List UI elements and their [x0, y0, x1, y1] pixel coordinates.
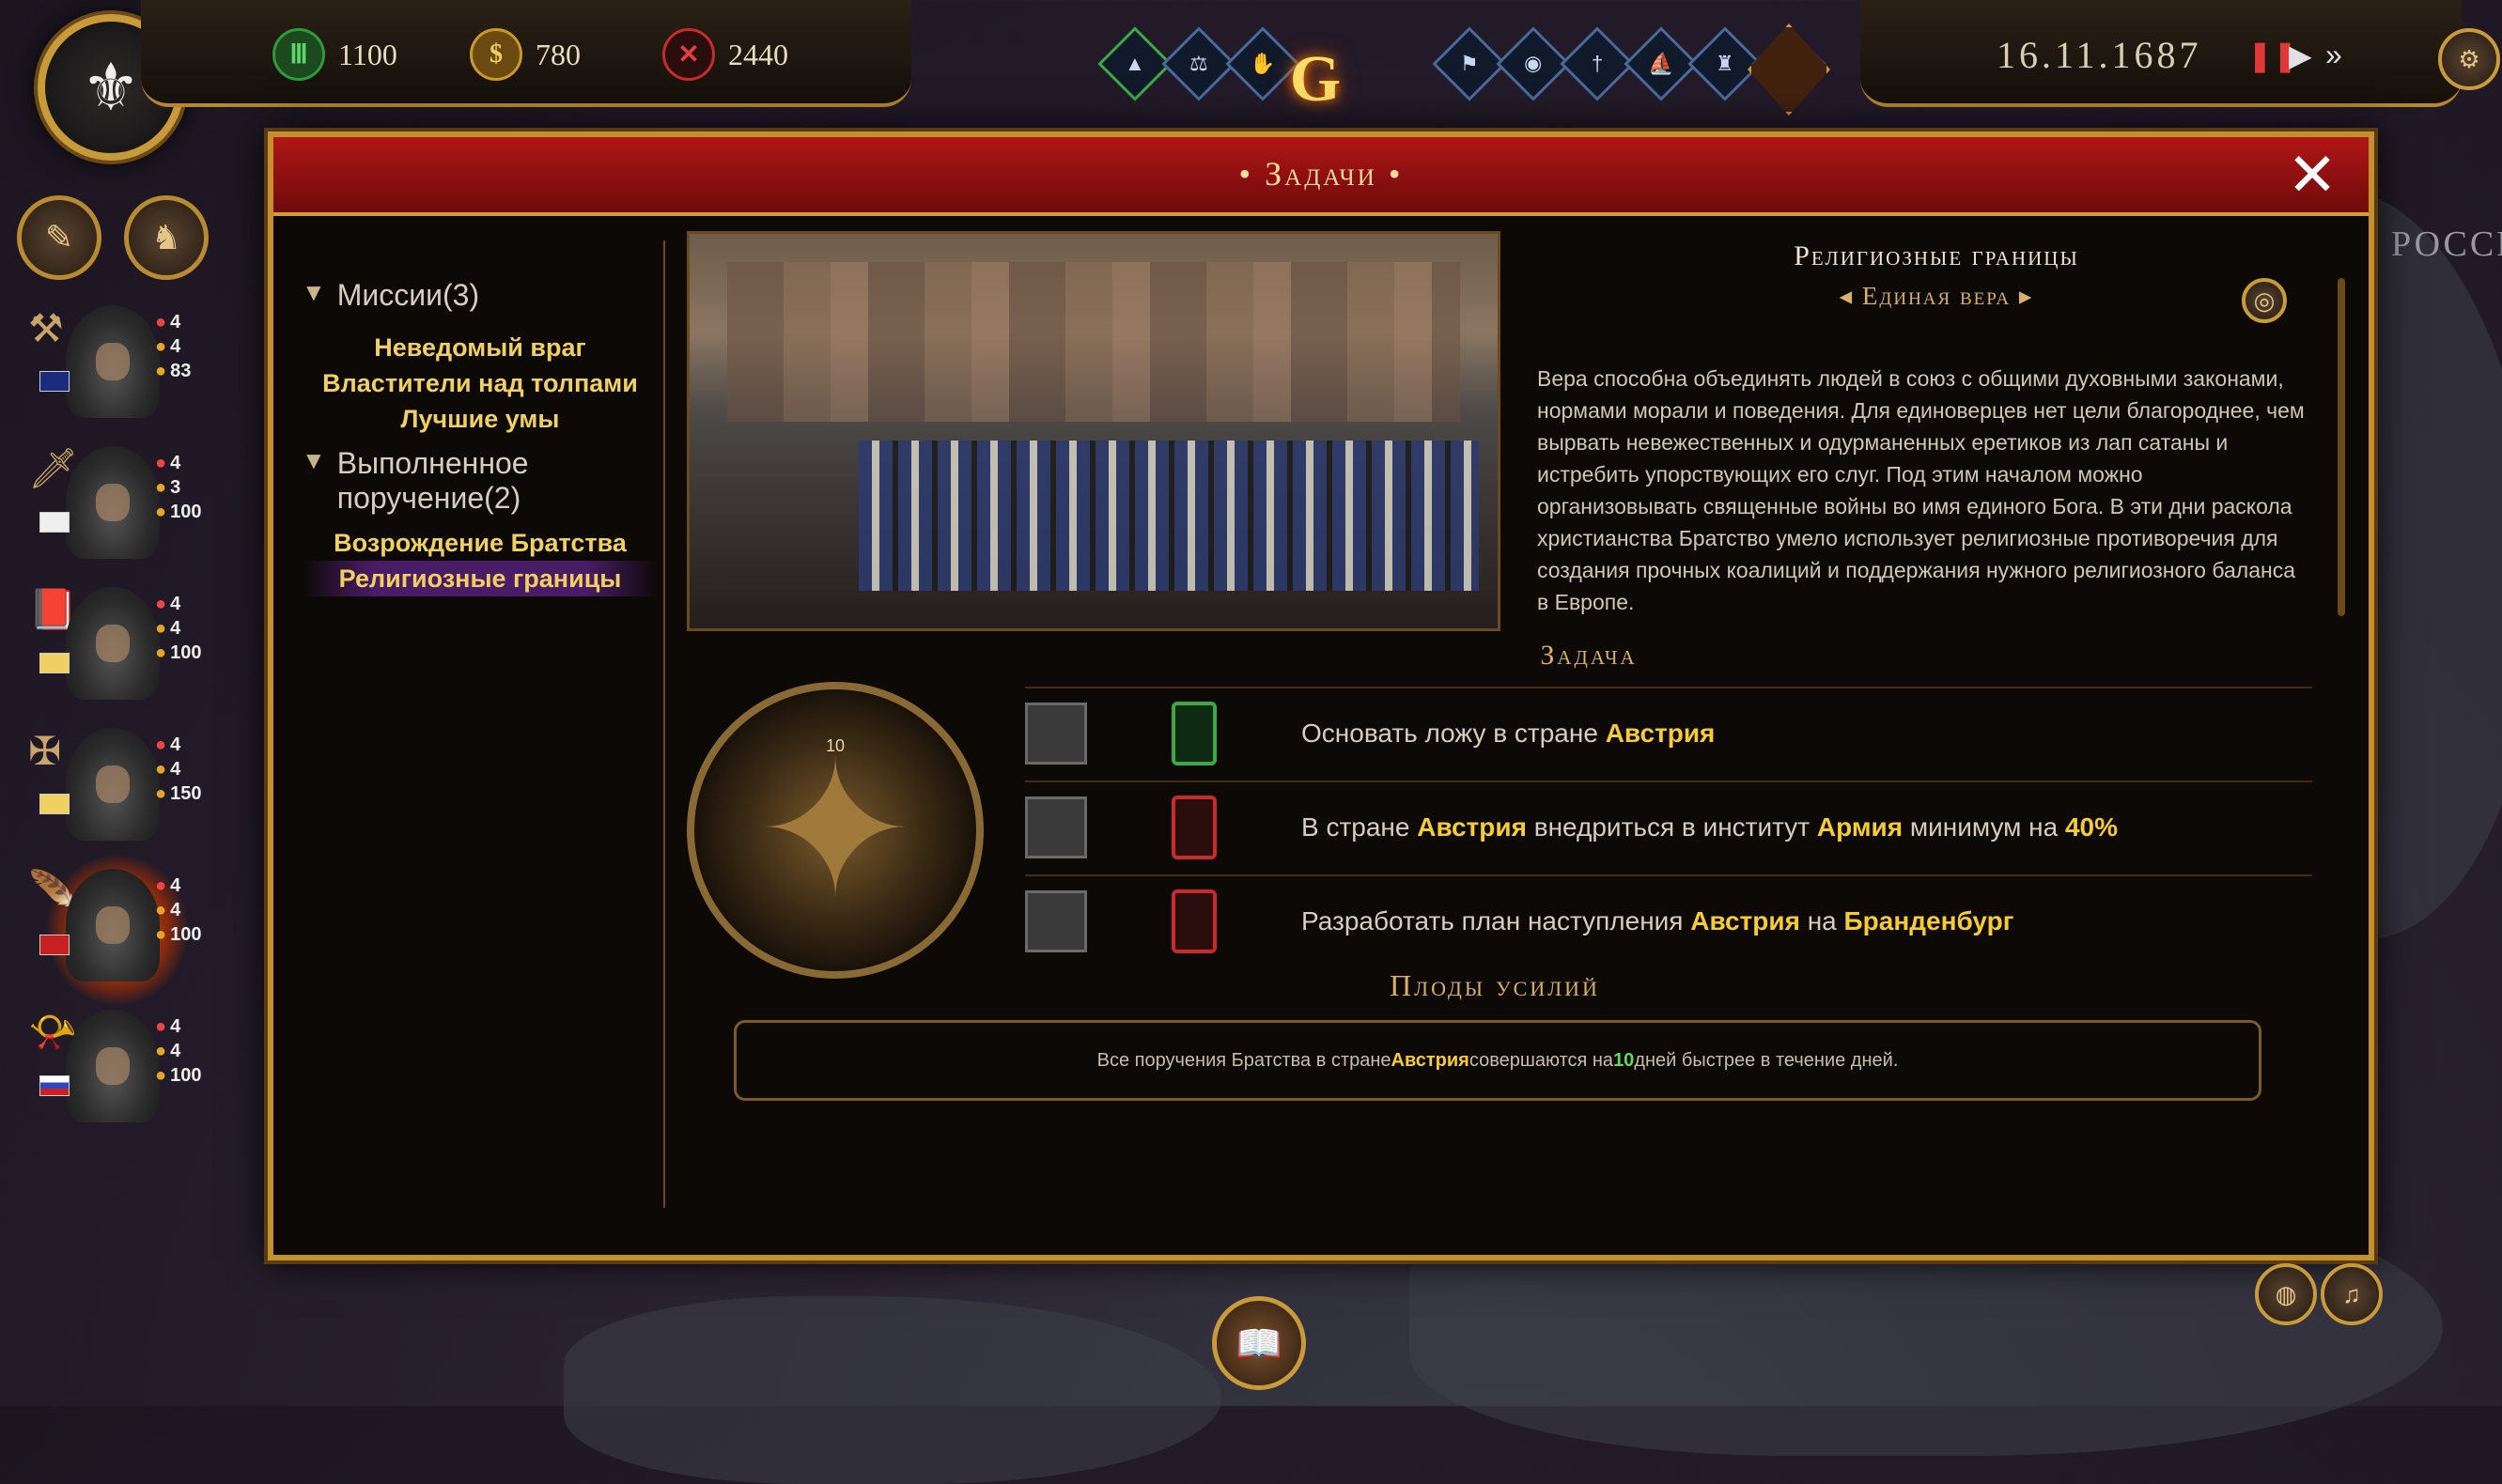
lantern-icon [1172, 796, 1217, 859]
task-checkbox[interactable] [1025, 703, 1087, 765]
agent-card[interactable]: 📯 ● 4 ● 4 ● 100 [28, 1010, 201, 1132]
resource-conflict: ✕ 2440 [662, 28, 788, 81]
agent-portrait [66, 869, 160, 982]
agent-card[interactable]: ⚒ ● 4 ● 4 ● 83 [28, 305, 197, 427]
close-icon[interactable]: ✕ [2275, 145, 2350, 205]
category-missions-label: Миссии(3) [336, 278, 480, 312]
map-landmass [564, 1296, 1221, 1484]
quick-access-bar: ▲ ⚖ ✋ ⚑ ◉ † ⛵ ♜ ⚙ [1097, 26, 1826, 101]
agent-stats: ● 4 ● 4 ● 100 [155, 1016, 202, 1086]
divider [663, 240, 665, 1208]
category-completed-label: Выполненное поручение(2) [336, 446, 529, 515]
agent-stats: ● 4 ● 4 ● 150 [155, 734, 202, 804]
mission-illustration [687, 231, 1500, 631]
compass-number: 10 [825, 736, 846, 755]
flag-icon [39, 653, 70, 673]
agent-portrait [66, 446, 160, 559]
mission-item[interactable]: Неведомый враг [302, 330, 659, 365]
mission-title: Религиозные границы [1794, 240, 2079, 271]
chevron-right-icon[interactable]: ▸ [2011, 282, 2033, 310]
horse-head-icon[interactable]: ♞ [124, 195, 209, 280]
globe-icon[interactable]: ◍ [2255, 1263, 2317, 1325]
resource-money-value: 780 [536, 37, 581, 71]
divider [1025, 874, 2312, 876]
bell-icon[interactable]: ♫ [2321, 1263, 2383, 1325]
agent-stats: ● 4 ● 4 ● 100 [155, 875, 202, 945]
task-row: В стране Австрия внедриться в институт А… [1025, 785, 2312, 870]
agent-stats: ● 4 ● 4 ● 83 [155, 312, 192, 381]
agent-card[interactable]: ✠ ● 4 ● 4 ● 150 [28, 728, 201, 850]
flag-russia-icon [39, 1075, 70, 1096]
description-scrollbar[interactable] [2338, 278, 2345, 616]
compass-rose: ✦ 10 [687, 682, 984, 979]
mission-item[interactable]: Возрождение Братства [302, 525, 659, 561]
agent-card-selected[interactable]: 🪶 ● 4 ● 4 ● 100 [28, 855, 201, 1005]
fast-forward-icon[interactable]: » [2325, 38, 2342, 72]
resource-money: $ 780 [470, 28, 581, 81]
illustration-soldiers [859, 441, 1479, 591]
agent-stats: ● 4 ● 3 ● 100 [155, 453, 202, 522]
play-icon[interactable]: ▶ [2289, 38, 2312, 73]
task-checkbox[interactable] [1025, 796, 1087, 858]
game-date: 16.11.1687 [1997, 34, 2202, 76]
flag-icon [39, 794, 70, 814]
task-checkbox[interactable] [1025, 890, 1087, 952]
category-completed[interactable]: ▼ Выполненное поручение(2) [302, 446, 659, 516]
chevron-left-icon[interactable]: ◂ [1840, 282, 1862, 310]
task-row: Разработать план наступления Австрия на … [1025, 879, 2312, 964]
agent-card[interactable]: 📕 ● 4 ● 4 ● 100 [28, 587, 201, 709]
lantern-icon [1172, 889, 1217, 953]
moneybag-icon: $ [470, 28, 522, 81]
task-section-title: Задача [1540, 640, 1638, 671]
flag-uk-icon [39, 371, 70, 392]
mission-subtitle[interactable]: ◂ Единая вера ▸ [1532, 282, 2340, 311]
mission-item[interactable]: Властители над толпами [302, 365, 659, 401]
mission-list: ▼ Миссии(3) Неведомый враг Властители на… [302, 278, 659, 596]
compass-star-icon: ✦ [756, 725, 914, 935]
target-icon[interactable]: ◎ [2242, 278, 2287, 323]
chevron-down-icon: ▼ [302, 446, 326, 474]
panel-header: • Задачи • ✕ [273, 137, 2369, 216]
rewards-box: Все поручения Братства в стране Австрия … [734, 1020, 2261, 1101]
mission-header: Религиозные границы ◂ Единая вера ▸ [1532, 240, 2340, 311]
map-label-russia: РОССИ [2391, 224, 2502, 264]
flag-icon [39, 512, 70, 533]
task-row: Основать ложу в стране Австрия [1025, 691, 2312, 776]
tasks-panel: • Задачи • ✕ ▼ Миссии(3) Неведомый враг … [268, 131, 2374, 1260]
agent-card[interactable]: 🗡 ● 4 ● 3 ● 100 [28, 446, 201, 568]
agent-portrait [66, 1010, 160, 1122]
illustration-buildings [727, 262, 1460, 422]
divider [1025, 687, 2312, 688]
flag-austria-icon [39, 935, 70, 955]
divider [1025, 781, 2312, 782]
resource-coins-value: 1100 [338, 37, 397, 71]
agent-stats: ● 4 ● 4 ● 100 [155, 594, 202, 663]
task-text: Разработать план наступления Австрия на … [1301, 906, 2014, 935]
task-text: В стране Австрия внедриться в институт А… [1301, 812, 2119, 842]
resource-conflict-value: 2440 [728, 37, 788, 71]
masonic-g-crest[interactable]: G [1250, 19, 1381, 141]
settings-gear-icon[interactable]: ⚙ [2438, 28, 2500, 90]
crossed-swords-icon: ✕ [662, 28, 715, 81]
agent-portrait [66, 728, 160, 841]
coin-icon: Ⅲ [272, 28, 325, 81]
agent-portrait [66, 587, 160, 700]
mission-description: Вера способна объединять людей в союз с … [1537, 366, 2305, 614]
task-text: Основать ложу в стране Австрия [1301, 719, 1716, 748]
chevron-down-icon: ▼ [302, 278, 326, 306]
lantern-icon [1172, 702, 1217, 765]
agent-portrait [66, 305, 160, 418]
category-missions[interactable]: ▼ Миссии(3) [302, 278, 659, 313]
scroll-quill-icon[interactable]: ✎ [17, 195, 101, 280]
panel-title: • Задачи • [1238, 155, 1404, 193]
rewards-section-title: Плоды усилий [1390, 968, 1600, 1002]
mission-item[interactable]: Лучшие умы [302, 401, 659, 437]
open-book-icon[interactable]: 📖 [1212, 1296, 1306, 1390]
mission-item-selected[interactable]: Религиозные границы [302, 561, 659, 596]
resource-coins: Ⅲ 1100 [272, 28, 397, 81]
